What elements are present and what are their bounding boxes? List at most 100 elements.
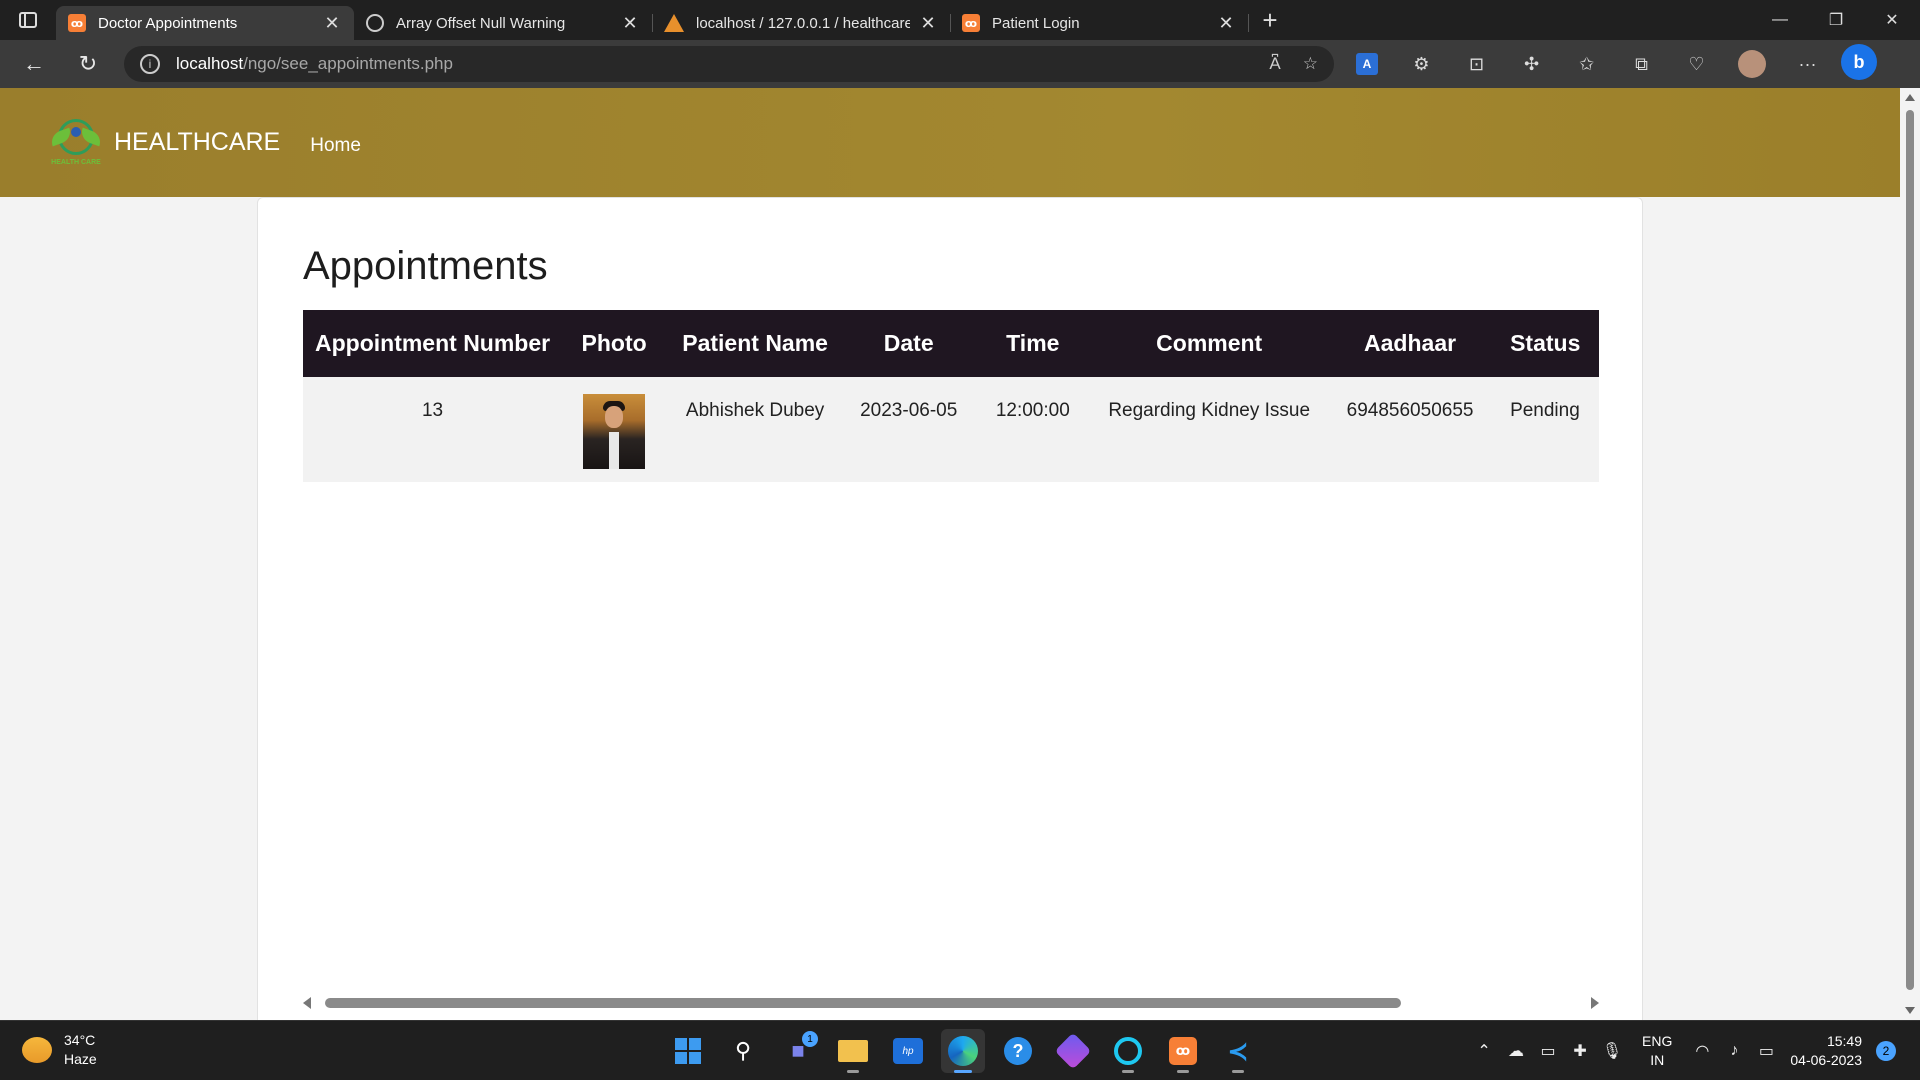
favorites-icon[interactable]: ✩	[1559, 44, 1614, 84]
restore-icon[interactable]: ❐	[1808, 0, 1864, 40]
scroll-up-icon[interactable]	[1905, 94, 1915, 101]
back-arrow-icon[interactable]: ←	[10, 44, 58, 84]
edge-icon	[948, 1036, 978, 1066]
bing-chat-icon[interactable]: b	[1841, 44, 1877, 80]
appointments-card: Appointments Appointment Number Photo Pa…	[257, 197, 1643, 1020]
tab-title: Doctor Appointments	[98, 14, 238, 32]
xampp-icon: ꝏ	[1169, 1037, 1197, 1065]
teams-chat-icon[interactable]: ■ 1	[776, 1029, 820, 1073]
alexa-icon[interactable]	[1106, 1029, 1150, 1073]
xampp-taskbar-icon[interactable]: ꝏ	[1161, 1029, 1205, 1073]
healthcare-logo[interactable]: HEALTH CARE	[46, 113, 106, 173]
display-icon[interactable]: ▭	[1532, 1041, 1564, 1061]
close-tab-icon[interactable]: ✕	[620, 13, 640, 34]
tab-actions-button[interactable]	[0, 0, 56, 40]
clock[interactable]: 15:49 04-06-2023	[1790, 1032, 1862, 1070]
language-indicator[interactable]: ENG IN	[1642, 1032, 1672, 1070]
language-code: ENG	[1642, 1033, 1673, 1049]
tab-actions-icon	[19, 12, 37, 28]
translate-icon[interactable]: A	[1356, 53, 1378, 75]
taskbar-apps: ⚲ ■ 1 hp ? ꝏ ≺	[666, 1029, 1260, 1073]
photo-cell	[562, 377, 666, 482]
collections-icon[interactable]: ⧉	[1614, 44, 1669, 84]
scroll-left-icon[interactable]	[303, 997, 311, 1009]
nav-home-link[interactable]: Home	[310, 135, 361, 157]
extensions-puzzle-icon[interactable]: ✣	[1504, 44, 1559, 84]
region-code: IN	[1650, 1052, 1665, 1068]
column-header: Comment	[1156, 330, 1263, 356]
new-tab-button[interactable]: +	[1250, 0, 1290, 40]
site-info-icon[interactable]: i	[140, 54, 160, 74]
scroll-right-icon[interactable]	[1591, 997, 1599, 1009]
refresh-icon[interactable]: ↻	[64, 44, 112, 84]
tab-patient-login[interactable]: ꝏ Patient Login ✕	[950, 6, 1249, 40]
search-icon[interactable]: ⚲	[721, 1029, 765, 1073]
close-tab-icon[interactable]: ✕	[1216, 13, 1236, 34]
brand-name[interactable]: HEALTHCARE	[114, 128, 280, 157]
add-favorite-icon[interactable]: ☆	[1303, 54, 1318, 74]
onedrive-icon[interactable]: ☁	[1500, 1041, 1532, 1061]
photo-face	[605, 406, 624, 428]
start-button[interactable]	[666, 1029, 710, 1073]
appointment-number-cell: 13	[421, 400, 444, 421]
close-tab-icon[interactable]: ✕	[918, 13, 938, 34]
get-help-icon[interactable]: ?	[996, 1029, 1040, 1073]
horizontal-scrollbar[interactable]	[303, 993, 1599, 1013]
help-icon: ?	[1004, 1037, 1032, 1065]
weather-temperature: 34°C	[64, 1032, 96, 1048]
notification-badge[interactable]: 2	[1876, 1041, 1896, 1061]
weather-description: Haze	[64, 1051, 97, 1067]
running-indicator	[847, 1070, 859, 1073]
table-header-row: Appointment Number Photo Patient Name Da…	[303, 310, 1599, 377]
tab-array-offset-null-warning[interactable]: Array Offset Null Warning ✕	[354, 6, 653, 40]
windows-logo-icon	[675, 1038, 701, 1064]
clock-date: 04-06-2023	[1790, 1052, 1862, 1068]
more-options-icon[interactable]: ···	[1780, 44, 1835, 84]
running-indicator	[1122, 1070, 1134, 1073]
browser-essentials-icon[interactable]: ♡	[1669, 44, 1724, 84]
system-tray: ⌃ ☁ ▭ ✚ 🎙 ENG IN ◠ ♪ ▭ 15:49 04-06-2023 …	[1468, 1021, 1896, 1080]
vscode-icon[interactable]: ≺	[1216, 1029, 1260, 1073]
extension-icon[interactable]: ⚙	[1394, 44, 1449, 84]
wifi-icon[interactable]: ◠	[1686, 1041, 1718, 1061]
battery-icon[interactable]: ▭	[1750, 1041, 1782, 1061]
file-explorer-icon[interactable]	[831, 1029, 875, 1073]
column-header: Status	[1510, 330, 1581, 356]
close-window-icon[interactable]: ✕	[1864, 0, 1920, 40]
copilot-icon[interactable]	[1051, 1029, 1095, 1073]
minimize-icon[interactable]: —	[1752, 0, 1808, 40]
volume-icon[interactable]: ♪	[1718, 1042, 1750, 1060]
dropbox-icon[interactable]: ✚	[1564, 1041, 1596, 1061]
comment-cell: Regarding Kidney Issue	[1108, 400, 1311, 421]
logo-text: HEALTH CARE	[51, 158, 101, 166]
vscode-logo-icon: ≺	[1227, 1035, 1249, 1066]
vertical-scroll-thumb[interactable]	[1906, 110, 1914, 990]
horizontal-scroll-thumb[interactable]	[325, 998, 1401, 1008]
myhp-icon[interactable]: hp	[886, 1029, 930, 1073]
column-header: Time	[1006, 330, 1060, 356]
xampp-icon: ꝏ	[962, 14, 980, 32]
page-title: Appointments	[303, 244, 548, 288]
windows-taskbar: 34°C Haze ⚲ ■ 1 hp ? ꝏ ≺ ⌃ ☁ ▭ ✚ 🎙 ENG IN…	[0, 1020, 1920, 1080]
tab-phpmyadmin[interactable]: localhost / 127.0.0.1 / healthcare ✕	[652, 6, 951, 40]
read-aloud-icon[interactable]: A͆	[1269, 54, 1280, 74]
copilot-shape-icon	[1054, 1032, 1092, 1070]
logo-person	[71, 126, 81, 137]
vertical-scrollbar[interactable]	[1900, 88, 1920, 1020]
close-tab-icon[interactable]: ✕	[322, 13, 342, 34]
scroll-down-icon[interactable]	[1905, 1007, 1915, 1014]
tab-doctor-appointments[interactable]: ꝏ Doctor Appointments ✕	[56, 6, 354, 40]
url-field[interactable]: i localhost/ngo/see_appointments.php A͆ …	[124, 46, 1334, 82]
tab-separator	[1248, 14, 1249, 32]
appointments-table: Appointment Number Photo Patient Name Da…	[303, 310, 1599, 482]
microphone-icon[interactable]: 🎙	[1596, 1041, 1628, 1061]
profile-avatar[interactable]	[1738, 50, 1766, 78]
screenshot-icon[interactable]: ⊡	[1449, 44, 1504, 84]
weather-widget[interactable]: 34°C Haze	[22, 1031, 97, 1069]
tab-title: localhost / 127.0.0.1 / healthcare	[696, 14, 910, 32]
appointments-table-container[interactable]: Appointment Number Photo Patient Name Da…	[303, 310, 1599, 482]
chevron-up-icon[interactable]: ⌃	[1468, 1041, 1500, 1061]
time-cell: 12:00:00	[995, 400, 1070, 421]
edge-browser-icon[interactable]	[941, 1029, 985, 1073]
alexa-ring-icon	[1114, 1037, 1142, 1065]
